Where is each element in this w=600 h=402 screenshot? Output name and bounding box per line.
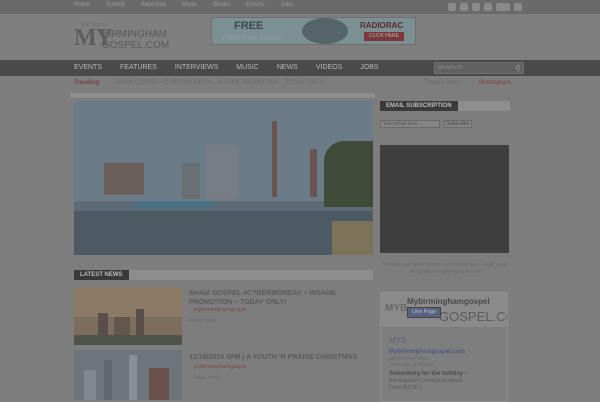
divider: [70, 93, 375, 98]
twitter-icon[interactable]: [460, 3, 468, 11]
news-thumbnail[interactable]: [74, 287, 182, 345]
subscribe-button[interactable]: Subscribe: [444, 120, 472, 128]
facebook-icon[interactable]: [448, 3, 456, 11]
nav-item-news[interactable]: NEWS: [277, 60, 307, 76]
hero-building: [104, 163, 144, 195]
news-read-more[interactable]: Read more: [193, 375, 220, 381]
hero-bridge: [134, 201, 214, 209]
banner-headline: FREE: [234, 20, 264, 32]
top-link-books[interactable]: Books: [213, 2, 230, 8]
top-link-advertise[interactable]: Advertise: [141, 2, 166, 8]
ad-note-text: To have your latest Gospel event listed …: [382, 262, 507, 268]
ticker-label: Trending: [74, 80, 100, 86]
news-ticker: Trending BHAM GOSPEL #CYBERMONDAY – INSA…: [74, 78, 514, 90]
nav-item-jobs[interactable]: JOBS: [360, 60, 387, 76]
banner-cta[interactable]: CLICK HERE: [364, 32, 404, 41]
top-bar: Home Submit Advertise Music Books Events…: [0, 0, 600, 14]
hero-building: [206, 145, 238, 199]
latest-news-title: LATEST NEWS: [74, 270, 129, 280]
ticker-text[interactable]: BHAM GOSPEL #CYBERMONDAY – INSANE PROMOT…: [116, 80, 324, 86]
facebook-cover[interactable]: MYB Mybirminghamgospel GOSPEL.COM Like P…: [381, 293, 507, 327]
hero-water: [74, 211, 373, 255]
logo-line1: BIRMINGHAM: [102, 29, 167, 40]
ad-banner[interactable]: FREE Christmas Music RADIORAC CLICK HERE: [211, 17, 416, 45]
top-link-music[interactable]: Music: [182, 2, 198, 8]
ticker-weather: Birmingham: [479, 80, 512, 86]
nav-item-interviews[interactable]: INTERVIEWS: [175, 60, 227, 76]
news-title[interactable]: BHAM GOSPEL #CYBERMONDAY – INSANE PROMOT…: [189, 289, 375, 307]
hero-smokestack: [310, 149, 317, 197]
top-link-submit[interactable]: Submit: [106, 2, 125, 8]
hero-trees: [324, 141, 373, 207]
email-subscription-header: EMAIL SUBSCRIPTION: [380, 101, 510, 111]
facebook-monogram: MYB: [385, 303, 408, 314]
social-icons: [448, 3, 522, 11]
youtube-icon[interactable]: [496, 3, 510, 11]
search-box: ⚲: [434, 62, 524, 74]
news-author[interactable]: mybirminghamgospel: [194, 364, 246, 370]
top-links: Home Submit Advertise Music Books Events…: [74, 2, 293, 8]
site-header: Your Source MY BIRMINGHAM GOSPEL.COM FRE…: [0, 14, 600, 60]
latest-news-header: LATEST NEWS: [74, 270, 373, 280]
hero-smokestack: [272, 121, 277, 197]
top-link-home[interactable]: Home: [74, 2, 90, 8]
search-input[interactable]: [437, 63, 507, 73]
ad-note: To have your latest Gospel event listed …: [380, 262, 509, 276]
sidebar-ad[interactable]: [380, 145, 509, 253]
facebook-post-avatar: MYB: [389, 336, 407, 345]
banner-subline: Christmas Music: [222, 33, 282, 42]
email-subscription-title: EMAIL SUBSCRIPTION: [380, 101, 458, 111]
instagram-icon[interactable]: [484, 3, 492, 11]
hero-path: [332, 221, 373, 255]
rss-icon[interactable]: [514, 3, 522, 11]
nav-item-videos[interactable]: VIDEOS: [316, 60, 351, 76]
facebook-page-name[interactable]: Mybirminghamgospel.com: [389, 349, 465, 355]
googleplus-icon[interactable]: [472, 3, 480, 11]
site-logo[interactable]: Your Source MY BIRMINGHAM GOSPEL.COM: [74, 21, 174, 55]
nav-item-features[interactable]: FEATURES: [120, 60, 166, 76]
ad-note-email[interactable]: info@mybirminghamgospel.com: [409, 269, 481, 275]
nav-item-music[interactable]: MUSIC: [236, 60, 268, 76]
like-page-button[interactable]: Like Page: [407, 307, 442, 318]
facebook-time: Yesterday at 4:38pm: [389, 362, 435, 368]
news-title[interactable]: 12/19/2015 5PM | A YOUTH 'N PRAISE CHRIS…: [189, 353, 375, 362]
facebook-post-title[interactable]: Something for the holiday -: [389, 371, 467, 377]
banner-brand: RADIORAC: [360, 21, 404, 30]
nav-item-events[interactable]: EVENTS: [74, 60, 111, 76]
hero-building: [182, 163, 200, 199]
ticker-date: Today's Date: [424, 80, 459, 86]
top-link-events[interactable]: Events: [246, 2, 264, 8]
hero-image[interactable]: [74, 101, 373, 255]
news-excerpt[interactable]: Read more: [189, 318, 216, 324]
facebook-widget: MYB Mybirminghamgospel GOSPEL.COM Like P…: [380, 292, 508, 402]
facebook-post-line: Choir(BCMC): [389, 385, 422, 391]
email-field[interactable]: [380, 120, 440, 128]
news-thumbnail[interactable]: [74, 350, 182, 400]
top-link-jobs[interactable]: Jobs: [280, 2, 293, 8]
facebook-cover-big: GOSPEL.COM: [439, 309, 507, 324]
search-icon[interactable]: ⚲: [515, 64, 521, 73]
facebook-cover-name[interactable]: Mybirminghamgospel: [407, 297, 490, 306]
headphones-icon: [302, 18, 348, 44]
logo-line2: GOSPEL.COM: [102, 40, 170, 51]
facebook-post-line: Birmingham Community Mass: [389, 378, 463, 384]
news-author[interactable]: mybirminghamgospel: [194, 307, 246, 313]
